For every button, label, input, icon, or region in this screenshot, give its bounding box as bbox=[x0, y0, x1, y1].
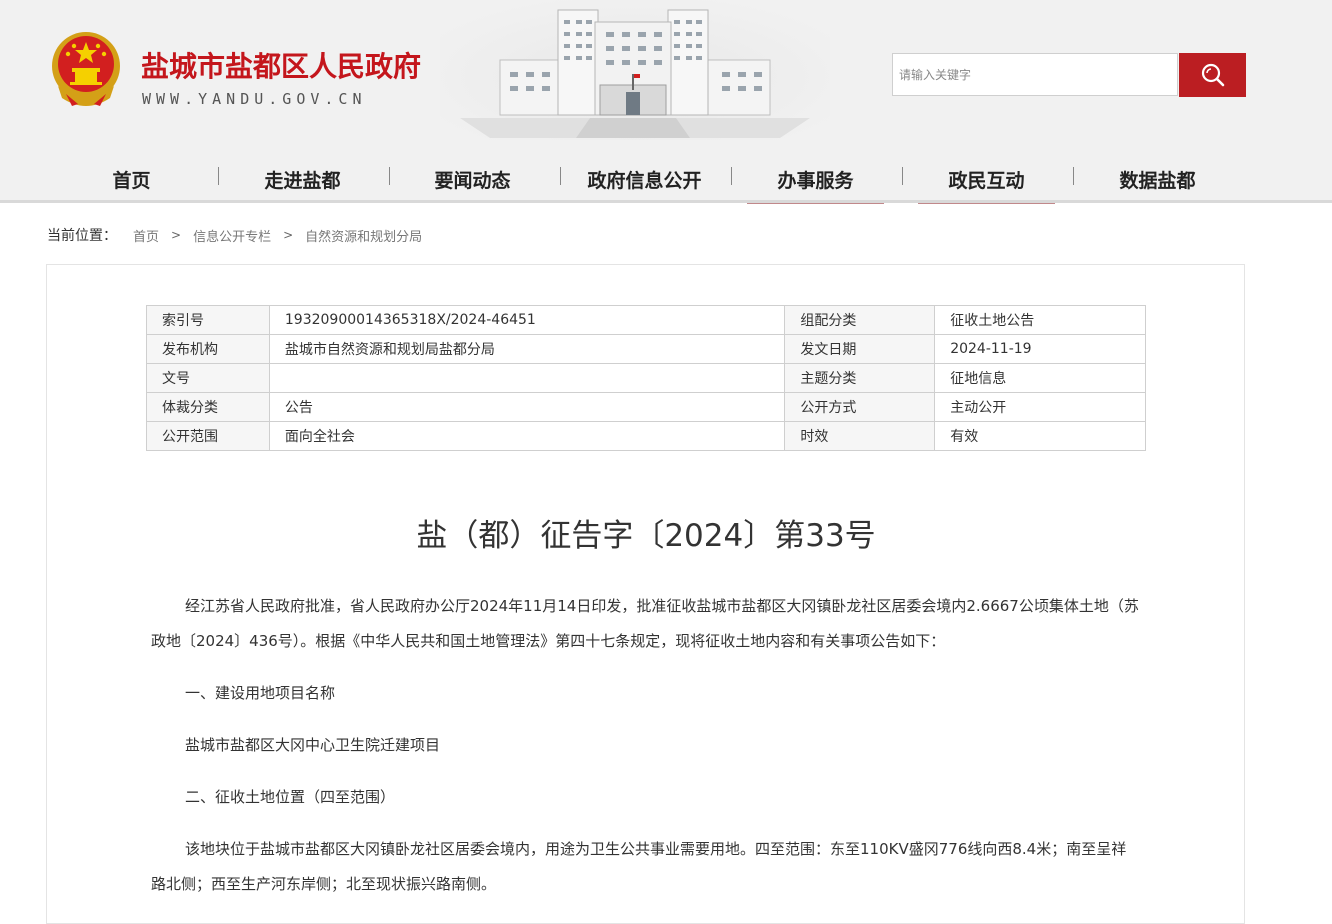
nav-item-label: 走进盐都 bbox=[264, 170, 341, 192]
table-row: 体裁分类 公告 公开方式 主动公开 bbox=[146, 392, 1146, 422]
meta-value: 公告 bbox=[268, 392, 786, 422]
nav-item-label: 政民互动 bbox=[948, 170, 1025, 192]
nav-item-about-yandu[interactable]: 走进盐都 bbox=[234, 160, 371, 204]
nav-divider bbox=[218, 167, 219, 185]
nav-item-interaction[interactable]: 政民互动 bbox=[918, 160, 1055, 204]
breadcrumb-natural-resources[interactable]: 自然资源和规划分局 bbox=[305, 226, 422, 245]
government-building-banner bbox=[440, 0, 830, 140]
nav-divider bbox=[1073, 167, 1074, 185]
nav-item-label: 数据盐都 bbox=[1119, 170, 1196, 192]
meta-key: 文号 bbox=[146, 363, 270, 393]
meta-key: 体裁分类 bbox=[146, 392, 270, 422]
meta-value: 盐城市自然资源和规划局盐都分局 bbox=[268, 334, 786, 364]
meta-value bbox=[268, 363, 786, 393]
nav-item-label: 办事服务 bbox=[777, 170, 854, 192]
section-heading: 二、征收土地位置（四至范围） bbox=[151, 780, 1141, 815]
nav-divider bbox=[902, 167, 903, 185]
breadcrumb-separator: > bbox=[283, 228, 294, 242]
breadcrumb-label: 当前位置： bbox=[47, 228, 117, 244]
table-row: 发布机构 盐城市自然资源和规划局盐都分局 发文日期 2024-11-19 bbox=[146, 334, 1146, 364]
nav-divider bbox=[731, 167, 732, 185]
meta-value: 2024-11-19 bbox=[934, 334, 1146, 364]
search-button[interactable] bbox=[1179, 53, 1246, 97]
body-paragraph: 该地块位于盐城市盐都区大冈镇卧龙社区居委会境内，用途为卫生公共事业需要用地。四至… bbox=[151, 832, 1141, 902]
main-nav: 首页 走进盐都 要闻动态 政府信息公开 办事服务 政民互动 数据盐都 bbox=[0, 160, 1332, 204]
search-box bbox=[892, 53, 1178, 96]
breadcrumb: 当前位置： 首页 > 信息公开专栏 > 自然资源和规划分局 bbox=[47, 225, 422, 245]
breadcrumb-home[interactable]: 首页 bbox=[133, 226, 159, 245]
paragraph-text: 二、征收土地位置（四至范围） bbox=[185, 788, 396, 806]
nav-item-data[interactable]: 数据盐都 bbox=[1089, 160, 1226, 204]
meta-key: 发文日期 bbox=[784, 334, 936, 364]
site-domain: WWW.YANDU.GOV.CN bbox=[142, 90, 367, 108]
nav-item-gov-info[interactable]: 政府信息公开 bbox=[576, 160, 713, 204]
table-row: 公开范围 面向全社会 时效 有效 bbox=[146, 421, 1146, 451]
meta-value: 面向全社会 bbox=[268, 421, 786, 451]
meta-key: 主题分类 bbox=[784, 363, 936, 393]
table-row: 文号 主题分类 征地信息 bbox=[146, 363, 1146, 393]
nav-item-news[interactable]: 要闻动态 bbox=[404, 160, 541, 204]
search-icon bbox=[1201, 63, 1224, 87]
meta-key: 时效 bbox=[784, 421, 936, 451]
meta-value: 征地信息 bbox=[934, 363, 1146, 393]
meta-key: 组配分类 bbox=[784, 305, 936, 335]
meta-value: 主动公开 bbox=[934, 392, 1146, 422]
meta-key: 公开方式 bbox=[784, 392, 936, 422]
nav-item-label: 政府信息公开 bbox=[587, 170, 702, 192]
meta-key: 索引号 bbox=[146, 305, 270, 335]
body-paragraph: 盐城市盐都区大冈中心卫生院迁建项目 bbox=[151, 728, 1141, 763]
paragraph-text: 一、建设用地项目名称 bbox=[185, 684, 336, 702]
paragraph-text: 该地块位于盐城市盐都区大冈镇卧龙社区居委会境内，用途为卫生公共事业需要用地。四至… bbox=[151, 840, 1127, 893]
body-paragraph: 经江苏省人民政府批准，省人民政府办公厅2024年11月14日印发，批准征收盐城市… bbox=[151, 589, 1141, 659]
paragraph-text: 经江苏省人民政府批准，省人民政府办公厅2024年11月14日印发，批准征收盐城市… bbox=[151, 597, 1139, 650]
nav-item-label: 要闻动态 bbox=[434, 170, 511, 192]
breadcrumb-separator: > bbox=[171, 228, 182, 242]
nav-bottom-line bbox=[0, 200, 1332, 203]
meta-value: 有效 bbox=[934, 421, 1146, 451]
meta-key: 发布机构 bbox=[146, 334, 270, 364]
nav-item-services[interactable]: 办事服务 bbox=[747, 160, 884, 204]
nav-divider bbox=[560, 167, 561, 185]
nav-divider bbox=[389, 167, 390, 185]
meta-key: 公开范围 bbox=[146, 421, 270, 451]
document-metadata-table: 索引号 19320900014365318X/2024-46451 组配分类 征… bbox=[146, 305, 1146, 451]
nav-item-label: 首页 bbox=[112, 170, 151, 192]
national-emblem-icon[interactable] bbox=[48, 28, 124, 108]
meta-value: 19320900014365318X/2024-46451 bbox=[268, 305, 786, 335]
document-title: 盐（都）征告字〔2024〕第33号 bbox=[416, 518, 876, 554]
breadcrumb-info-column[interactable]: 信息公开专栏 bbox=[193, 226, 271, 245]
meta-value: 征收土地公告 bbox=[934, 305, 1146, 335]
search-input[interactable] bbox=[893, 54, 1177, 95]
site-title[interactable]: 盐城市盐都区人民政府 bbox=[141, 45, 421, 85]
table-row: 索引号 19320900014365318X/2024-46451 组配分类 征… bbox=[146, 305, 1146, 335]
section-heading: 一、建设用地项目名称 bbox=[151, 676, 1141, 711]
nav-item-home[interactable]: 首页 bbox=[63, 160, 200, 204]
paragraph-text: 盐城市盐都区大冈中心卫生院迁建项目 bbox=[185, 736, 441, 754]
